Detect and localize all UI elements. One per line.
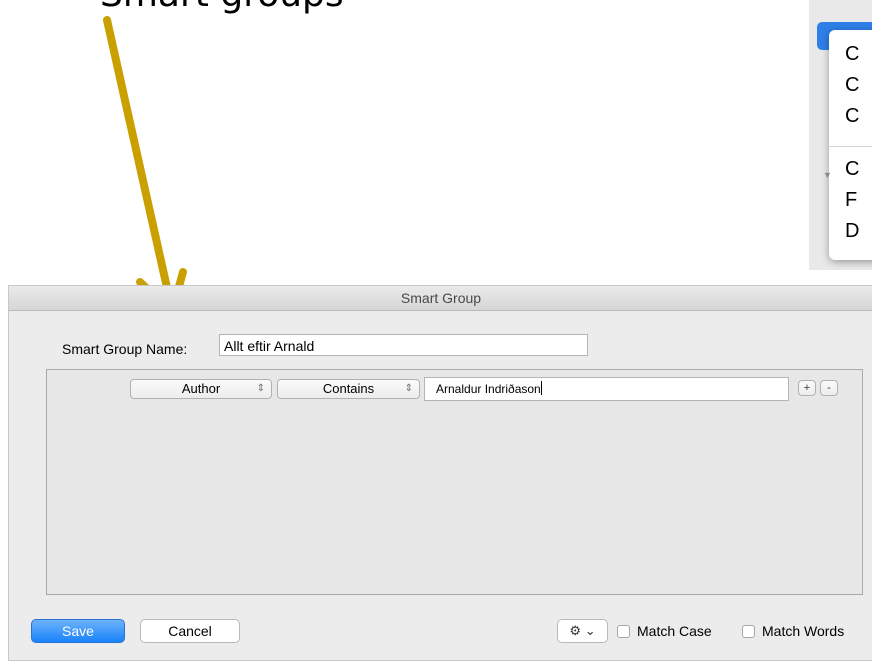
context-menu-crop: C C C ▼ C F D: [809, 0, 872, 270]
criteria-list: Author ⇕ Contains ⇕ Arnaldur Indriðason …: [46, 369, 863, 595]
disclosure-triangle-icon: ▼: [823, 170, 832, 180]
remove-criteria-button[interactable]: -: [820, 380, 838, 396]
smart-group-name-input[interactable]: Allt eftir Arnald: [219, 334, 588, 356]
operator-popup[interactable]: Contains ⇕: [277, 379, 420, 399]
menu-item[interactable]: D: [845, 220, 859, 243]
text-cursor: [540, 381, 542, 395]
match-words-checkbox[interactable]: [742, 625, 755, 638]
dialog-title: Smart Group: [9, 286, 872, 311]
menu-separator: [829, 146, 872, 147]
field-popup-label: Author: [181, 381, 221, 396]
operator-popup-label: Contains: [322, 381, 375, 396]
chevron-down-icon: ⌄: [584, 623, 596, 638]
updown-arrows-icon: ⇕: [404, 383, 413, 394]
smart-group-name-label: Smart Group Name:: [62, 341, 188, 357]
match-case-label: Match Case: [637, 623, 712, 639]
menu-item[interactable]: F: [845, 189, 857, 212]
menu-item[interactable]: C: [845, 105, 859, 128]
save-button[interactable]: Save: [31, 619, 125, 643]
smart-group-dialog: Smart Group Smart Group Name: Allt eftir…: [8, 285, 872, 661]
field-popup[interactable]: Author ⇕: [130, 379, 272, 399]
action-menu-button[interactable]: ⚙ ⌄: [557, 619, 608, 643]
criteria-value-text: Arnaldur Indriðason: [436, 382, 541, 396]
add-criteria-button[interactable]: +: [798, 380, 816, 396]
menu-item[interactable]: C: [845, 74, 859, 97]
match-case-checkbox[interactable]: [617, 625, 630, 638]
match-words-label: Match Words: [762, 623, 845, 639]
gear-icon: ⚙: [569, 623, 582, 638]
criteria-value-input[interactable]: Arnaldur Indriðason: [424, 377, 789, 401]
menu-item[interactable]: C: [845, 43, 859, 66]
cancel-button[interactable]: Cancel: [140, 619, 240, 643]
updown-arrows-icon: ⇕: [256, 383, 265, 394]
menu-item[interactable]: C: [845, 158, 859, 181]
